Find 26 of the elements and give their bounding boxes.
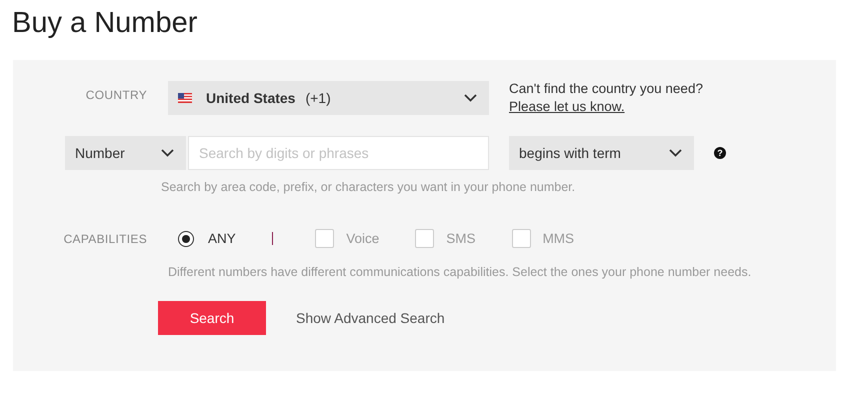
checkbox[interactable] <box>315 229 334 248</box>
page-title: Buy a Number <box>12 6 198 41</box>
chevron-icon <box>464 94 477 102</box>
search-button[interactable]: Search <box>158 301 266 335</box>
advanced-search-link[interactable]: Show Advanced Search <box>296 310 445 326</box>
checkbox[interactable] <box>415 229 434 248</box>
help-link[interactable]: Please let us know. <box>509 98 625 116</box>
option-label: SMS <box>446 231 476 246</box>
option-label: MMS <box>542 231 574 246</box>
type-select[interactable]: Number <box>65 136 186 170</box>
capabilities-label: CAPABILITIES <box>62 232 147 246</box>
help-text: Can't find the country you need? <box>509 80 703 98</box>
search-field[interactable]: Search by digits or phrases <box>188 136 489 170</box>
help-icon[interactable]: ? <box>714 147 726 159</box>
match-select[interactable]: begins with term <box>509 136 694 170</box>
search-hint: Search by area code, prefix, or characters you want in your phone number. <box>160 180 576 194</box>
option-label: ANY <box>208 231 236 246</box>
capabilities-hint: Different numbers have different communications capabilities. Select the ones your phone number needs. <box>167 265 752 279</box>
country-label: COUNTRY <box>84 88 147 102</box>
option-label: Voice <box>346 231 380 246</box>
flag-icon <box>178 93 192 103</box>
country-select[interactable]: United States (+1) <box>168 81 489 115</box>
chevron-icon <box>669 149 682 157</box>
checkbox[interactable] <box>512 229 531 248</box>
chevron-icon <box>161 149 174 157</box>
radio-button[interactable] <box>178 230 194 246</box>
